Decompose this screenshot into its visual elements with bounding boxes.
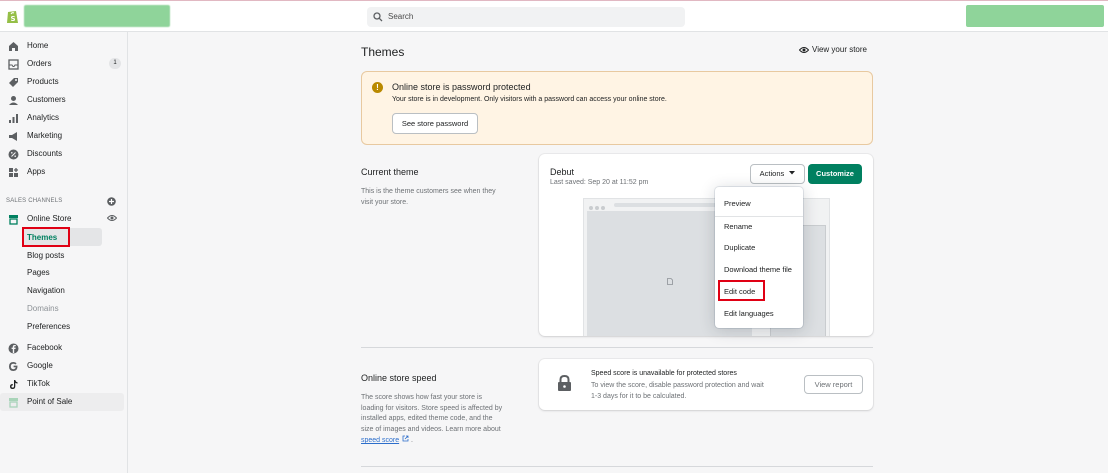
menu-item-edit-languages[interactable]: Edit languages bbox=[724, 309, 774, 318]
see-store-password-button[interactable]: See store password bbox=[392, 113, 478, 134]
theme-last-saved: Last saved: Sep 20 at 11:52 pm bbox=[550, 179, 649, 186]
store-icon bbox=[9, 215, 18, 225]
current-theme-description: This is the theme customers see when the… bbox=[361, 188, 496, 206]
view-store-link[interactable]: View your store bbox=[798, 45, 867, 54]
tag-icon bbox=[9, 78, 18, 87]
menu-item-duplicate[interactable]: Duplicate bbox=[724, 243, 755, 252]
sidebar-item-point-of-sale[interactable]: Point of Sale bbox=[0, 393, 124, 411]
add-channel-icon[interactable] bbox=[107, 197, 116, 206]
online-store-speed-heading: Online store speed bbox=[361, 373, 437, 383]
menu-item-rename[interactable]: Rename bbox=[724, 222, 752, 231]
external-link-icon[interactable] bbox=[402, 435, 409, 442]
sidebar-item-facebook[interactable]: Facebook bbox=[0, 339, 128, 357]
sidebar-item-tiktok[interactable]: TikTok bbox=[0, 375, 128, 393]
online-store-speed-description: The score shows how fast your store is l… bbox=[361, 394, 503, 444]
sidebar-item-customers[interactable]: Customers bbox=[0, 91, 128, 109]
shopify-logo-icon[interactable]: S bbox=[6, 9, 19, 24]
view-report-button[interactable]: View report bbox=[804, 375, 863, 394]
banner-body: Your store is in development. Only visit… bbox=[392, 96, 667, 103]
password-protected-banner: ! Online store is password protected You… bbox=[361, 71, 873, 145]
pos-icon bbox=[9, 398, 18, 408]
svg-text:S: S bbox=[11, 15, 16, 23]
sidebar-subitem-navigation[interactable]: Navigation bbox=[27, 286, 65, 295]
menu-item-download-theme-file[interactable]: Download theme file bbox=[724, 265, 792, 274]
sidebar-item-online-store[interactable]: Online Store bbox=[0, 210, 128, 228]
sidebar-subitem-pages[interactable]: Pages bbox=[27, 268, 50, 277]
megaphone-icon bbox=[9, 132, 17, 141]
orders-count-badge: 1 bbox=[109, 58, 121, 69]
sidebar-item-google[interactable]: Google bbox=[0, 357, 128, 375]
speed-score-card: Speed score is unavailable for protected… bbox=[539, 359, 873, 410]
sidebar-subitem-preferences[interactable]: Preferences bbox=[27, 322, 70, 331]
customize-button[interactable]: Customize bbox=[808, 164, 862, 184]
sidebar: Home Orders 1 Products Customers Analyti… bbox=[0, 32, 128, 473]
search-placeholder: Search bbox=[388, 12, 414, 21]
page-title: Themes bbox=[361, 45, 405, 59]
store-name-redacted[interactable] bbox=[24, 5, 170, 27]
person-icon bbox=[9, 96, 18, 105]
warning-icon: ! bbox=[372, 82, 383, 93]
sidebar-subitem-domains[interactable]: Domains bbox=[27, 304, 59, 313]
edit-code-highlight-box bbox=[718, 280, 765, 301]
facebook-icon bbox=[8, 343, 19, 354]
top-bar: S Search bbox=[0, 0, 1108, 32]
lock-icon bbox=[558, 375, 571, 391]
sidebar-item-home[interactable]: Home bbox=[0, 37, 128, 55]
speed-score-link[interactable]: speed score bbox=[361, 437, 399, 444]
search-icon bbox=[373, 12, 383, 22]
current-theme-card: Debut Last saved: Sep 20 at 11:52 pm Act… bbox=[539, 154, 873, 336]
sidebar-item-analytics[interactable]: Analytics bbox=[0, 109, 128, 127]
caret-down-icon bbox=[789, 171, 796, 175]
menu-item-preview[interactable]: Preview bbox=[724, 199, 751, 208]
account-menu-redacted[interactable] bbox=[966, 5, 1104, 27]
sidebar-item-products[interactable]: Products bbox=[0, 73, 128, 91]
current-theme-heading: Current theme bbox=[361, 167, 419, 177]
sidebar-item-discounts[interactable]: Discounts bbox=[0, 145, 128, 163]
section-divider bbox=[361, 347, 873, 348]
bar-chart-icon bbox=[9, 114, 18, 123]
section-divider bbox=[361, 466, 873, 467]
discount-icon bbox=[8, 149, 19, 160]
speed-card-description: To view the score, disable password prot… bbox=[591, 382, 764, 400]
orders-icon bbox=[8, 59, 19, 70]
eye-icon bbox=[798, 47, 810, 53]
document-icon bbox=[667, 278, 673, 285]
sales-channels-heading: SALES CHANNELS bbox=[6, 198, 63, 204]
tiktok-icon bbox=[10, 380, 18, 389]
themes-highlight-box bbox=[22, 227, 70, 247]
home-icon bbox=[9, 42, 18, 51]
search-input[interactable]: Search bbox=[367, 7, 685, 27]
eye-icon[interactable] bbox=[107, 214, 117, 222]
sidebar-item-marketing[interactable]: Marketing bbox=[0, 127, 128, 145]
sidebar-item-orders[interactable]: Orders 1 bbox=[0, 55, 128, 73]
apps-icon bbox=[9, 168, 18, 177]
speed-card-title: Speed score is unavailable for protected… bbox=[591, 370, 737, 377]
google-icon bbox=[9, 362, 18, 371]
actions-button[interactable]: Actions bbox=[750, 164, 805, 184]
sidebar-subitem-blog-posts[interactable]: Blog posts bbox=[27, 251, 64, 260]
sidebar-item-apps[interactable]: Apps bbox=[0, 163, 128, 181]
banner-title: Online store is password protected bbox=[392, 82, 531, 92]
theme-name: Debut bbox=[550, 167, 575, 177]
actions-menu: Preview Rename Duplicate Download theme … bbox=[715, 187, 803, 328]
